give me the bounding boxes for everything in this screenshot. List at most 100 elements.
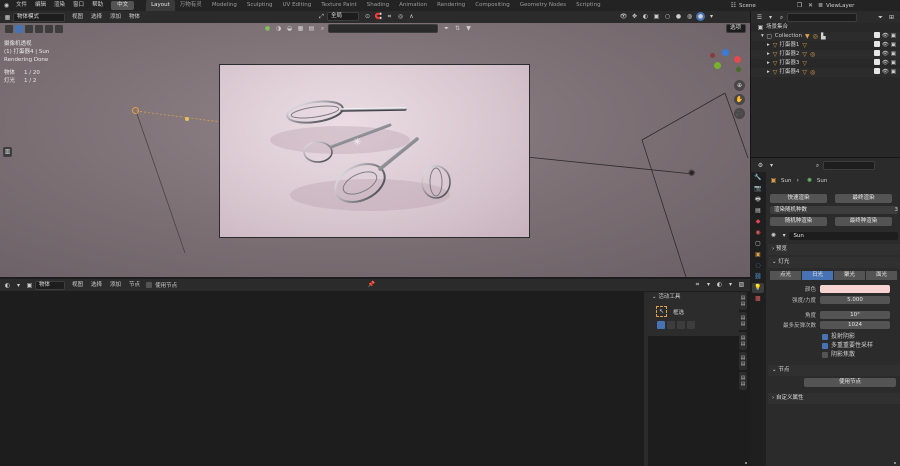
scene-selector[interactable]: ☷ Scene ❐ ✕ bbox=[728, 1, 816, 10]
shader-type-dropdown[interactable]: 物体 bbox=[35, 280, 65, 290]
snap-options-icon[interactable]: ▾ bbox=[704, 280, 713, 289]
grid-icon[interactable]: ▦ bbox=[296, 24, 305, 33]
group-tab[interactable]: ▤▤ bbox=[739, 372, 747, 390]
outliner-row-collection[interactable]: ▾ ▢ Collection ▼ ◎ ▙ 👁 ▣ bbox=[751, 32, 900, 41]
use-nodes-button[interactable]: 使用节点 bbox=[804, 378, 896, 387]
tab-rendering[interactable]: Rendering bbox=[432, 0, 470, 11]
orientation-dropdown[interactable]: 全局 bbox=[327, 12, 359, 21]
datablock-name-field[interactable]: Sun bbox=[789, 231, 899, 240]
filter-icon[interactable]: ▼ bbox=[464, 24, 473, 33]
light-type-point[interactable]: 点光 bbox=[770, 271, 801, 280]
pin-icon[interactable]: 📌 bbox=[367, 280, 376, 289]
constraints-tab-icon[interactable]: ⛓ bbox=[752, 272, 764, 282]
camera-render-icon[interactable]: ▣ bbox=[891, 32, 896, 41]
overlay-toggle-icon[interactable]: ◐ bbox=[715, 280, 724, 289]
cast-shadow-checkbox[interactable] bbox=[822, 333, 828, 340]
angle-field[interactable]: 10° bbox=[820, 311, 890, 319]
tab-modeling[interactable]: Modeling bbox=[207, 0, 242, 11]
exclude-checkbox[interactable] bbox=[873, 41, 880, 47]
shading-rendered-icon[interactable]: ● bbox=[696, 12, 705, 21]
properties-dropdown-icon[interactable]: ▾ bbox=[767, 161, 776, 170]
exclude-checkbox[interactable] bbox=[873, 50, 880, 56]
gizmo-neg-x[interactable] bbox=[710, 53, 715, 58]
node-editor-type-dropdown-icon[interactable]: ▾ bbox=[14, 281, 23, 290]
select-box-icon[interactable]: ↖ bbox=[656, 306, 667, 317]
tab-wanwu[interactable]: 万物有灵 bbox=[175, 0, 207, 11]
shading-options-icon[interactable]: ▾ bbox=[707, 12, 716, 21]
tab-geometry-nodes[interactable]: Geometry Nodes bbox=[515, 0, 571, 11]
eye-icon[interactable]: 👁 bbox=[882, 32, 889, 41]
funnel-icon[interactable]: ⏷ bbox=[442, 24, 451, 33]
corner-handle[interactable] bbox=[745, 462, 747, 464]
camera-render-icon[interactable]: ▣ bbox=[891, 59, 896, 68]
tool-tab[interactable]: ▤▤ bbox=[739, 312, 747, 330]
final-seed-render-button[interactable]: 最终种渲染 bbox=[835, 217, 892, 226]
light-datablock-icon[interactable]: ✺ bbox=[769, 231, 778, 240]
add-menu[interactable]: 添加 bbox=[106, 12, 125, 23]
expand-icon[interactable]: ▸ bbox=[767, 68, 770, 77]
proportional-edit-icon[interactable]: ◎ bbox=[396, 12, 405, 21]
node-node-menu[interactable]: 节点 bbox=[125, 280, 144, 291]
sidebar-toggle-icon[interactable]: ▨ bbox=[737, 280, 746, 289]
outliner-row-whisk4[interactable]: ▸ ▽ 打蛋器4 ▽ ◎ 👁 ▣ bbox=[751, 68, 900, 77]
view-layer-tab-icon[interactable]: ▤ bbox=[752, 206, 764, 216]
object-tab-icon[interactable]: ▣ bbox=[752, 250, 764, 260]
random-seed-render-button[interactable]: 随机种渲染 bbox=[770, 217, 827, 226]
collection-tab-icon[interactable]: ▢ bbox=[752, 239, 764, 249]
quick-render-button[interactable]: 快速渲染 bbox=[770, 194, 827, 203]
exclude-checkbox[interactable] bbox=[873, 32, 880, 38]
node-editor-type-icon[interactable]: ◐ bbox=[3, 281, 12, 290]
tab-uv-editing[interactable]: UV Editing bbox=[278, 0, 317, 11]
snap-target-icon[interactable]: ⌗ bbox=[385, 12, 394, 21]
expand-icon[interactable]: ▸ bbox=[767, 59, 770, 68]
strength-field[interactable]: 5.000 bbox=[820, 296, 890, 304]
viewlayer-selector[interactable]: ≣ ViewLayer bbox=[815, 1, 854, 10]
properties-search-input[interactable] bbox=[823, 160, 875, 170]
light-panel-header[interactable]: ⌄ 灯光 bbox=[768, 257, 900, 268]
light-type-area[interactable]: 面光 bbox=[866, 271, 897, 280]
expand-icon[interactable]: ▸ bbox=[767, 50, 770, 59]
options-dropdown[interactable]: 选项 bbox=[726, 24, 746, 33]
properties-search-icon[interactable]: ⌕ bbox=[813, 161, 822, 170]
3d-viewport[interactable]: 摄像机透视 (1) 打蛋器4 | Sun Rendering Done 物体 1 … bbox=[0, 23, 750, 277]
gizmo-neg-y[interactable] bbox=[736, 67, 741, 72]
node-select-menu[interactable]: 选择 bbox=[87, 280, 106, 291]
editor-type-icon[interactable]: ▦ bbox=[3, 13, 12, 22]
toolbar-toggle-icon[interactable]: ▥ bbox=[3, 147, 12, 157]
falloff-icon[interactable]: ∧ bbox=[407, 12, 416, 21]
dropdown-icon[interactable]: ▾ bbox=[780, 231, 789, 240]
mode-invert-icon[interactable] bbox=[45, 24, 53, 33]
tool-mode-new-icon[interactable] bbox=[657, 321, 665, 329]
overlay-icon[interactable]: ◐ bbox=[641, 12, 650, 21]
exclude-checkbox[interactable] bbox=[873, 59, 880, 65]
menu-file[interactable]: 文件 bbox=[12, 0, 31, 11]
outliner-new-collection-icon[interactable]: ⊞ bbox=[887, 13, 896, 22]
eye-icon[interactable]: 👁 bbox=[882, 50, 889, 59]
copy-icon[interactable]: ❐ bbox=[795, 1, 804, 10]
camera-view-icon[interactable]: 🎥 bbox=[734, 108, 745, 119]
eye-icon[interactable]: 👁 bbox=[882, 59, 889, 68]
color-wheel-icon[interactable]: ● bbox=[263, 24, 272, 33]
shading-wire-icon[interactable]: ○ bbox=[663, 12, 672, 21]
sort-icon[interactable]: ⇅ bbox=[453, 24, 462, 33]
shading-material-icon[interactable]: ◍ bbox=[685, 12, 694, 21]
outliner-row-whisk2[interactable]: ▸ ▽ 打蛋器2 ▽ ◎ 👁 ▣ bbox=[751, 50, 900, 59]
tool-row[interactable]: ↖ 框选 bbox=[648, 306, 739, 317]
eye-icon[interactable]: 👁 bbox=[882, 41, 889, 50]
gizmo-y-axis[interactable] bbox=[714, 62, 721, 69]
tab-shading[interactable]: Shading bbox=[362, 0, 394, 11]
overlay-dropdown-icon[interactable]: ▾ bbox=[726, 280, 735, 289]
physics-tab-icon[interactable]: ◌ bbox=[752, 261, 764, 271]
outliner-search-icon[interactable]: ⌕ bbox=[777, 13, 786, 22]
outliner-filter-icon[interactable]: ⏷ bbox=[876, 13, 885, 22]
mode-subtract-icon[interactable] bbox=[35, 24, 43, 33]
pivot-icon[interactable]: ⊙ bbox=[363, 12, 372, 21]
snap-icon[interactable]: 🧲 bbox=[374, 12, 383, 21]
expand-icon[interactable]: ▸ bbox=[767, 41, 770, 50]
outliner-search-input[interactable] bbox=[787, 12, 857, 22]
tool-mode-subtract-icon[interactable] bbox=[677, 321, 685, 329]
gizmo-icon[interactable]: ✥ bbox=[630, 12, 639, 21]
light-type-spot[interactable]: 聚光 bbox=[834, 271, 865, 280]
mode-new-icon[interactable] bbox=[15, 24, 23, 33]
max-bounces-field[interactable]: 1024 bbox=[820, 321, 890, 329]
